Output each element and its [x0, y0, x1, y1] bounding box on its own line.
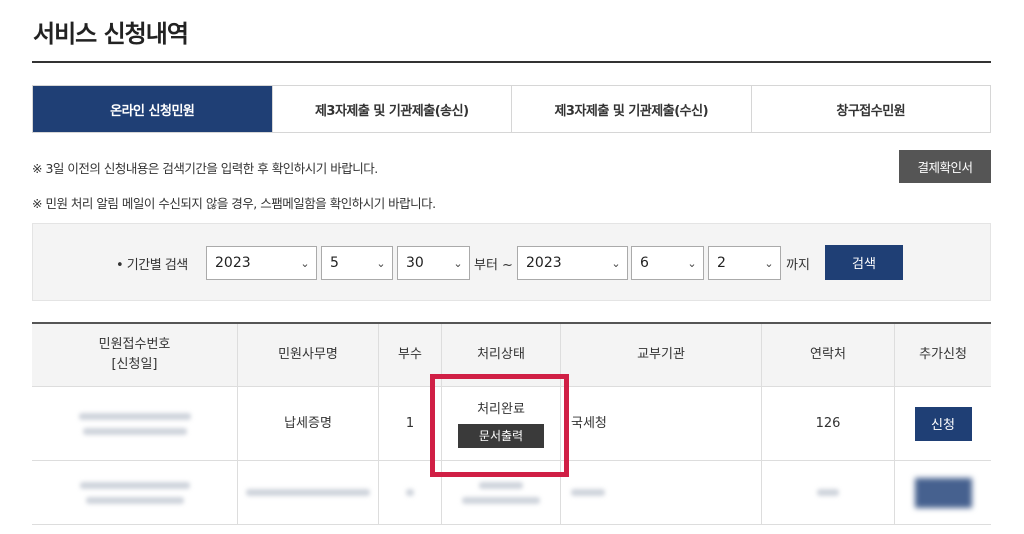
redacted-text — [79, 481, 190, 489]
payment-receipt-button[interactable]: 결제확인서 — [899, 150, 991, 183]
task-name-cell: 납세증명 — [237, 387, 378, 460]
agency-cell-redacted — [560, 461, 761, 524]
from-month-value: 5 — [330, 255, 339, 271]
header-agency: 교부기관 — [560, 324, 761, 386]
applications-table: 민원접수번호 [신청일] 민원사무명 부수 처리상태 교부기관 연락처 추가신청… — [32, 322, 991, 525]
redacted-text — [246, 489, 370, 496]
chevron-down-icon: ⌄ — [300, 256, 310, 270]
tab-counter-applications[interactable]: 창구접수민원 — [750, 86, 990, 132]
from-year-select[interactable]: 2023 ⌄ — [206, 246, 317, 280]
tab-third-party-sent[interactable]: 제3자제출 및 기관제출(송신) — [271, 86, 511, 132]
header-status: 처리상태 — [441, 324, 560, 386]
copies-cell-redacted — [378, 461, 441, 524]
apply-button-redacted[interactable] — [914, 477, 972, 508]
header-task-name: 민원사무명 — [237, 324, 378, 386]
redacted-text — [85, 496, 184, 504]
redacted-text — [479, 481, 523, 489]
to-year-select[interactable]: 2023 ⌄ — [517, 246, 628, 280]
redacted-text — [78, 412, 191, 420]
search-button[interactable]: 검색 — [825, 245, 903, 280]
tab-bar: 온라인 신청민원 제3자제출 및 기관제출(송신) 제3자제출 및 기관제출(수… — [32, 85, 991, 133]
tab-third-party-received[interactable]: 제3자제출 및 기관제출(수신) — [511, 86, 751, 132]
title-divider — [32, 61, 991, 63]
status-text: 처리완료 — [477, 401, 525, 417]
chevron-down-icon: ⌄ — [611, 256, 621, 270]
redacted-text — [571, 489, 605, 496]
to-suffix: 까지 — [786, 258, 810, 273]
header-copies: 부수 — [378, 324, 441, 386]
print-document-button[interactable]: 문서출력 — [458, 423, 544, 448]
agency-cell: 국세청 — [560, 387, 761, 460]
page-title: 서비스 신청내역 — [33, 20, 189, 48]
copies-cell: 1 — [378, 387, 441, 460]
to-month-select[interactable]: 6 ⌄ — [631, 246, 704, 280]
from-month-select[interactable]: 5 ⌄ — [321, 246, 393, 280]
notice-search-period: ※ 3일 이전의 신청내용은 검색기간을 입력한 후 확인하시기 바랍니다. — [32, 161, 378, 176]
period-search-panel: • 기간별 검색 2023 ⌄ 5 ⌄ 30 ⌄ 부터 ~ 2023 ⌄ 6 ⌄… — [32, 223, 991, 301]
from-day-value: 30 — [406, 255, 424, 271]
table-row: 납세증명 1 처리완료 문서출력 국세청 126 신청 — [32, 387, 991, 461]
table-header-row: 민원접수번호 [신청일] 민원사무명 부수 처리상태 교부기관 연락처 추가신청 — [32, 324, 991, 387]
redacted-text — [817, 489, 839, 496]
apply-button[interactable]: 신청 — [914, 406, 972, 441]
tab-online-applications[interactable]: 온라인 신청민원 — [33, 86, 272, 132]
extra-application-cell: 신청 — [894, 387, 991, 460]
from-suffix: 부터 ~ — [474, 258, 513, 273]
table-row — [32, 461, 991, 525]
header-contact: 연락처 — [761, 324, 894, 386]
task-name-cell-redacted — [237, 461, 378, 524]
to-month-value: 6 — [640, 255, 649, 271]
chevron-down-icon: ⌄ — [764, 256, 774, 270]
to-day-value: 2 — [717, 255, 726, 271]
chevron-down-icon: ⌄ — [687, 256, 697, 270]
chevron-down-icon: ⌄ — [453, 256, 463, 270]
receipt-number-cell-redacted — [32, 387, 237, 460]
header-receipt-number-label: 민원접수번호 — [98, 337, 171, 352]
to-day-select[interactable]: 2 ⌄ — [708, 246, 781, 280]
status-cell: 처리완료 문서출력 — [441, 387, 560, 460]
redacted-text — [406, 489, 414, 496]
to-year-value: 2023 — [526, 255, 562, 271]
chevron-down-icon: ⌄ — [376, 256, 386, 270]
search-label: • 기간별 검색 — [116, 258, 188, 273]
redacted-text — [82, 427, 187, 435]
contact-cell: 126 — [761, 387, 894, 460]
contact-cell-redacted — [761, 461, 894, 524]
header-extra-application: 추가신청 — [894, 324, 991, 386]
from-year-value: 2023 — [215, 255, 251, 271]
receipt-number-cell-redacted — [32, 461, 237, 524]
header-application-date-label: [신청일] — [111, 357, 158, 372]
notice-spam-mail: ※ 민원 처리 알림 메일이 수신되지 않을 경우, 스팸메일함을 확인하시기 … — [32, 196, 436, 211]
from-day-select[interactable]: 30 ⌄ — [397, 246, 470, 280]
header-receipt-number: 민원접수번호 [신청일] — [32, 324, 237, 386]
extra-application-cell — [894, 461, 991, 524]
status-cell-redacted — [441, 461, 560, 524]
redacted-text — [462, 496, 540, 504]
